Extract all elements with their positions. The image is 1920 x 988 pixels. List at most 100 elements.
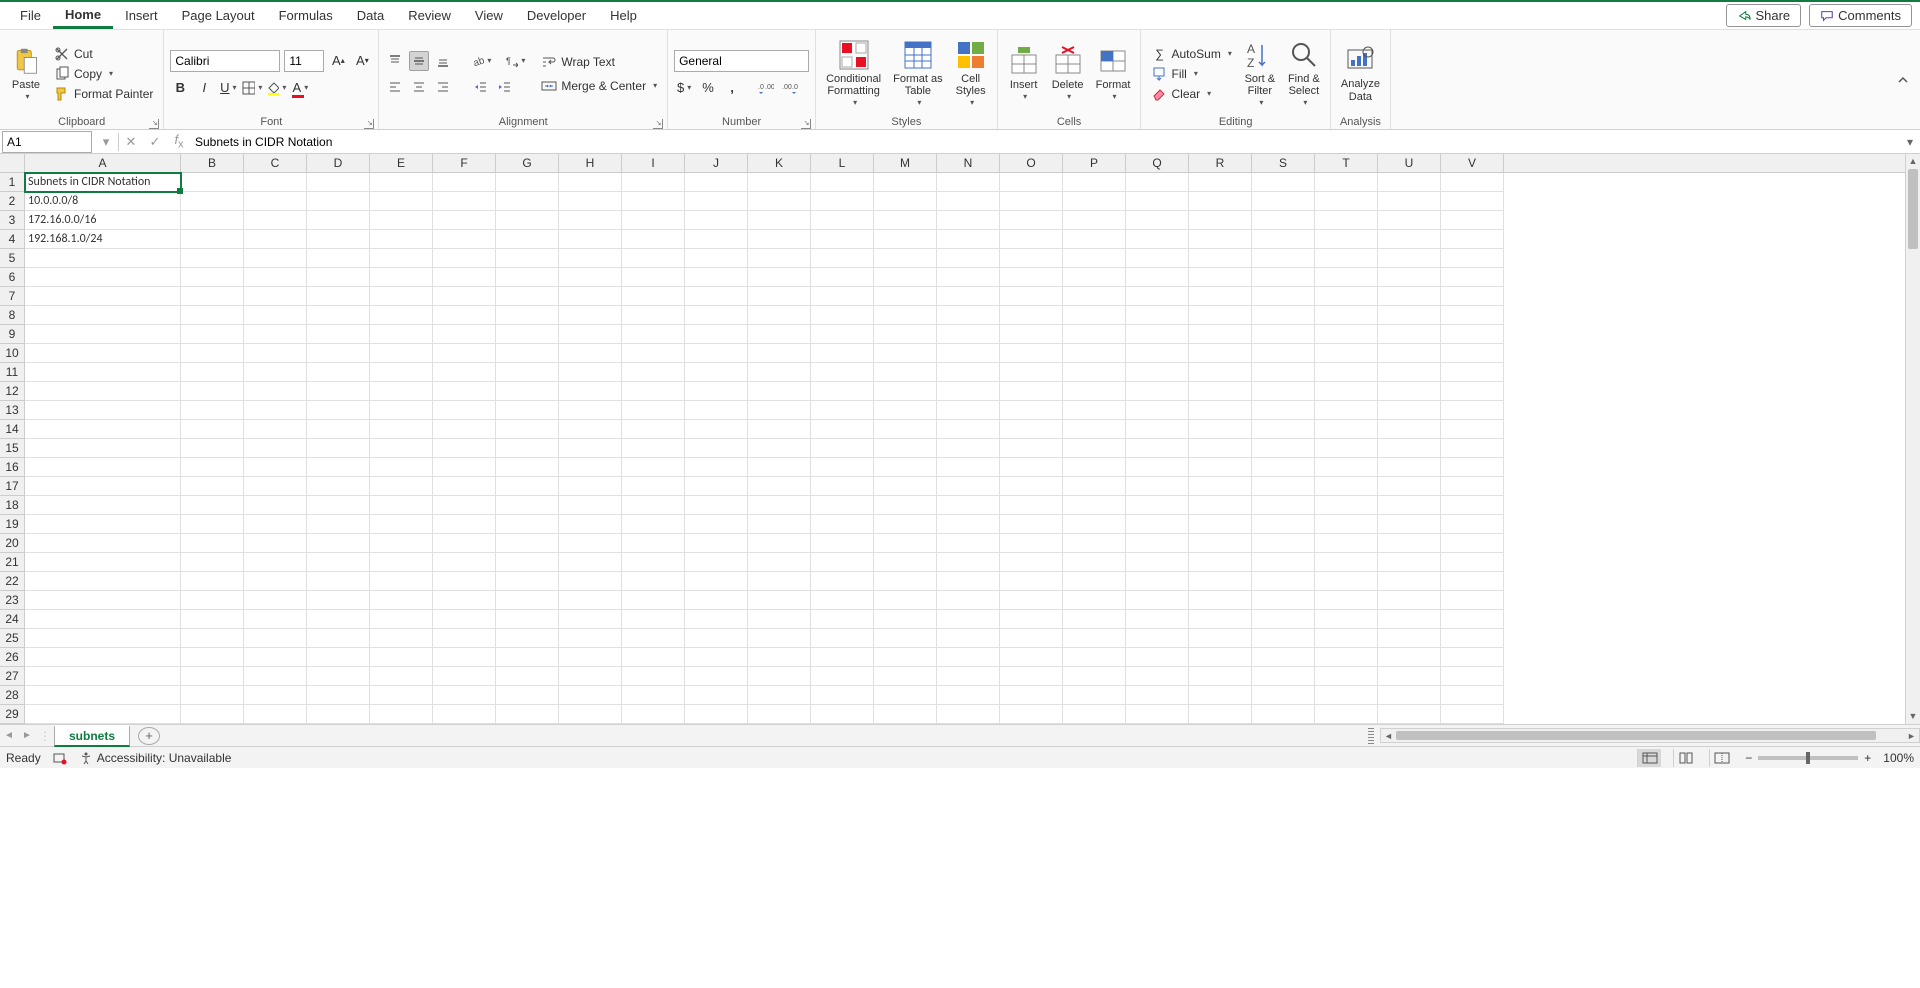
cell[interactable]: [622, 477, 685, 496]
cell[interactable]: [181, 211, 244, 230]
cell[interactable]: [748, 401, 811, 420]
row-header[interactable]: 8: [0, 306, 24, 325]
row-header[interactable]: 29: [0, 705, 24, 724]
zoom-in-button[interactable]: +: [1864, 751, 1871, 765]
cell[interactable]: [244, 458, 307, 477]
cell[interactable]: [244, 325, 307, 344]
cell[interactable]: [1441, 306, 1504, 325]
tab-insert[interactable]: Insert: [113, 4, 170, 27]
cell[interactable]: [748, 420, 811, 439]
cell[interactable]: [1378, 629, 1441, 648]
normal-view-button[interactable]: [1637, 749, 1661, 767]
cell[interactable]: [370, 192, 433, 211]
cell[interactable]: [1378, 458, 1441, 477]
cell[interactable]: [1315, 382, 1378, 401]
cell[interactable]: [433, 610, 496, 629]
cell[interactable]: [811, 344, 874, 363]
cell[interactable]: [1063, 705, 1126, 724]
cell[interactable]: [244, 515, 307, 534]
cell[interactable]: [1441, 325, 1504, 344]
cell[interactable]: [496, 249, 559, 268]
cell[interactable]: [1189, 667, 1252, 686]
cell[interactable]: [685, 211, 748, 230]
cell[interactable]: [1063, 553, 1126, 572]
cell[interactable]: [811, 648, 874, 667]
cell[interactable]: [1378, 230, 1441, 249]
cell[interactable]: [370, 686, 433, 705]
cell[interactable]: [1189, 401, 1252, 420]
tab-help[interactable]: Help: [598, 4, 649, 27]
cell[interactable]: [937, 458, 1000, 477]
cell[interactable]: [1000, 173, 1063, 192]
cell[interactable]: [937, 420, 1000, 439]
cell[interactable]: [1189, 249, 1252, 268]
cell[interactable]: [1315, 477, 1378, 496]
column-header[interactable]: A: [25, 154, 181, 172]
cell[interactable]: [1252, 420, 1315, 439]
column-header[interactable]: J: [685, 154, 748, 172]
cell[interactable]: [1441, 591, 1504, 610]
cell[interactable]: [307, 515, 370, 534]
cell[interactable]: [1189, 439, 1252, 458]
cell[interactable]: [1252, 439, 1315, 458]
cell[interactable]: [874, 382, 937, 401]
cell[interactable]: [496, 648, 559, 667]
tab-page-layout[interactable]: Page Layout: [170, 4, 267, 27]
cell[interactable]: [811, 705, 874, 724]
cell[interactable]: [748, 382, 811, 401]
cell[interactable]: [307, 458, 370, 477]
cell[interactable]: [1441, 496, 1504, 515]
autosum-button[interactable]: ∑AutoSum: [1147, 45, 1235, 63]
cell[interactable]: [937, 268, 1000, 287]
cell[interactable]: [1441, 515, 1504, 534]
conditional-formatting-button[interactable]: Conditional Formatting: [822, 37, 885, 110]
cell[interactable]: [1252, 591, 1315, 610]
cell[interactable]: [1315, 572, 1378, 591]
cell[interactable]: [1063, 610, 1126, 629]
cancel-formula-button[interactable]: ✕: [119, 134, 143, 150]
cell[interactable]: [811, 268, 874, 287]
cell[interactable]: [25, 458, 181, 477]
cell[interactable]: [1189, 287, 1252, 306]
cell[interactable]: [622, 553, 685, 572]
cell[interactable]: [181, 344, 244, 363]
cell[interactable]: [1126, 306, 1189, 325]
cell[interactable]: [811, 363, 874, 382]
cell[interactable]: [181, 572, 244, 591]
cell[interactable]: [1189, 363, 1252, 382]
cell[interactable]: [370, 306, 433, 325]
cell[interactable]: [1441, 686, 1504, 705]
cell[interactable]: [1441, 401, 1504, 420]
cell[interactable]: [1315, 192, 1378, 211]
cell[interactable]: [496, 610, 559, 629]
decrease-decimal-button[interactable]: .00.0: [780, 78, 800, 98]
cell[interactable]: [244, 420, 307, 439]
row-header[interactable]: 14: [0, 420, 24, 439]
cell[interactable]: [1315, 363, 1378, 382]
comments-button[interactable]: Comments: [1809, 4, 1912, 27]
cell[interactable]: [874, 591, 937, 610]
cell[interactable]: [1189, 382, 1252, 401]
cell[interactable]: [1252, 686, 1315, 705]
cell[interactable]: [1315, 249, 1378, 268]
cell[interactable]: [1252, 458, 1315, 477]
cell[interactable]: [874, 629, 937, 648]
cell[interactable]: [874, 572, 937, 591]
cell[interactable]: [1189, 648, 1252, 667]
cell[interactable]: [25, 515, 181, 534]
cell[interactable]: [1000, 306, 1063, 325]
format-cells-button[interactable]: Format: [1092, 43, 1135, 104]
cell[interactable]: [748, 629, 811, 648]
cell[interactable]: [433, 230, 496, 249]
cell[interactable]: [1252, 363, 1315, 382]
cell[interactable]: [1252, 287, 1315, 306]
cell[interactable]: [1378, 401, 1441, 420]
cell[interactable]: [874, 496, 937, 515]
cell[interactable]: [1315, 591, 1378, 610]
cell[interactable]: [244, 629, 307, 648]
cell[interactable]: [1315, 287, 1378, 306]
cell[interactable]: [1378, 515, 1441, 534]
cell[interactable]: [1063, 629, 1126, 648]
cell[interactable]: [685, 363, 748, 382]
merge-center-button[interactable]: Merge & Center: [537, 77, 661, 95]
